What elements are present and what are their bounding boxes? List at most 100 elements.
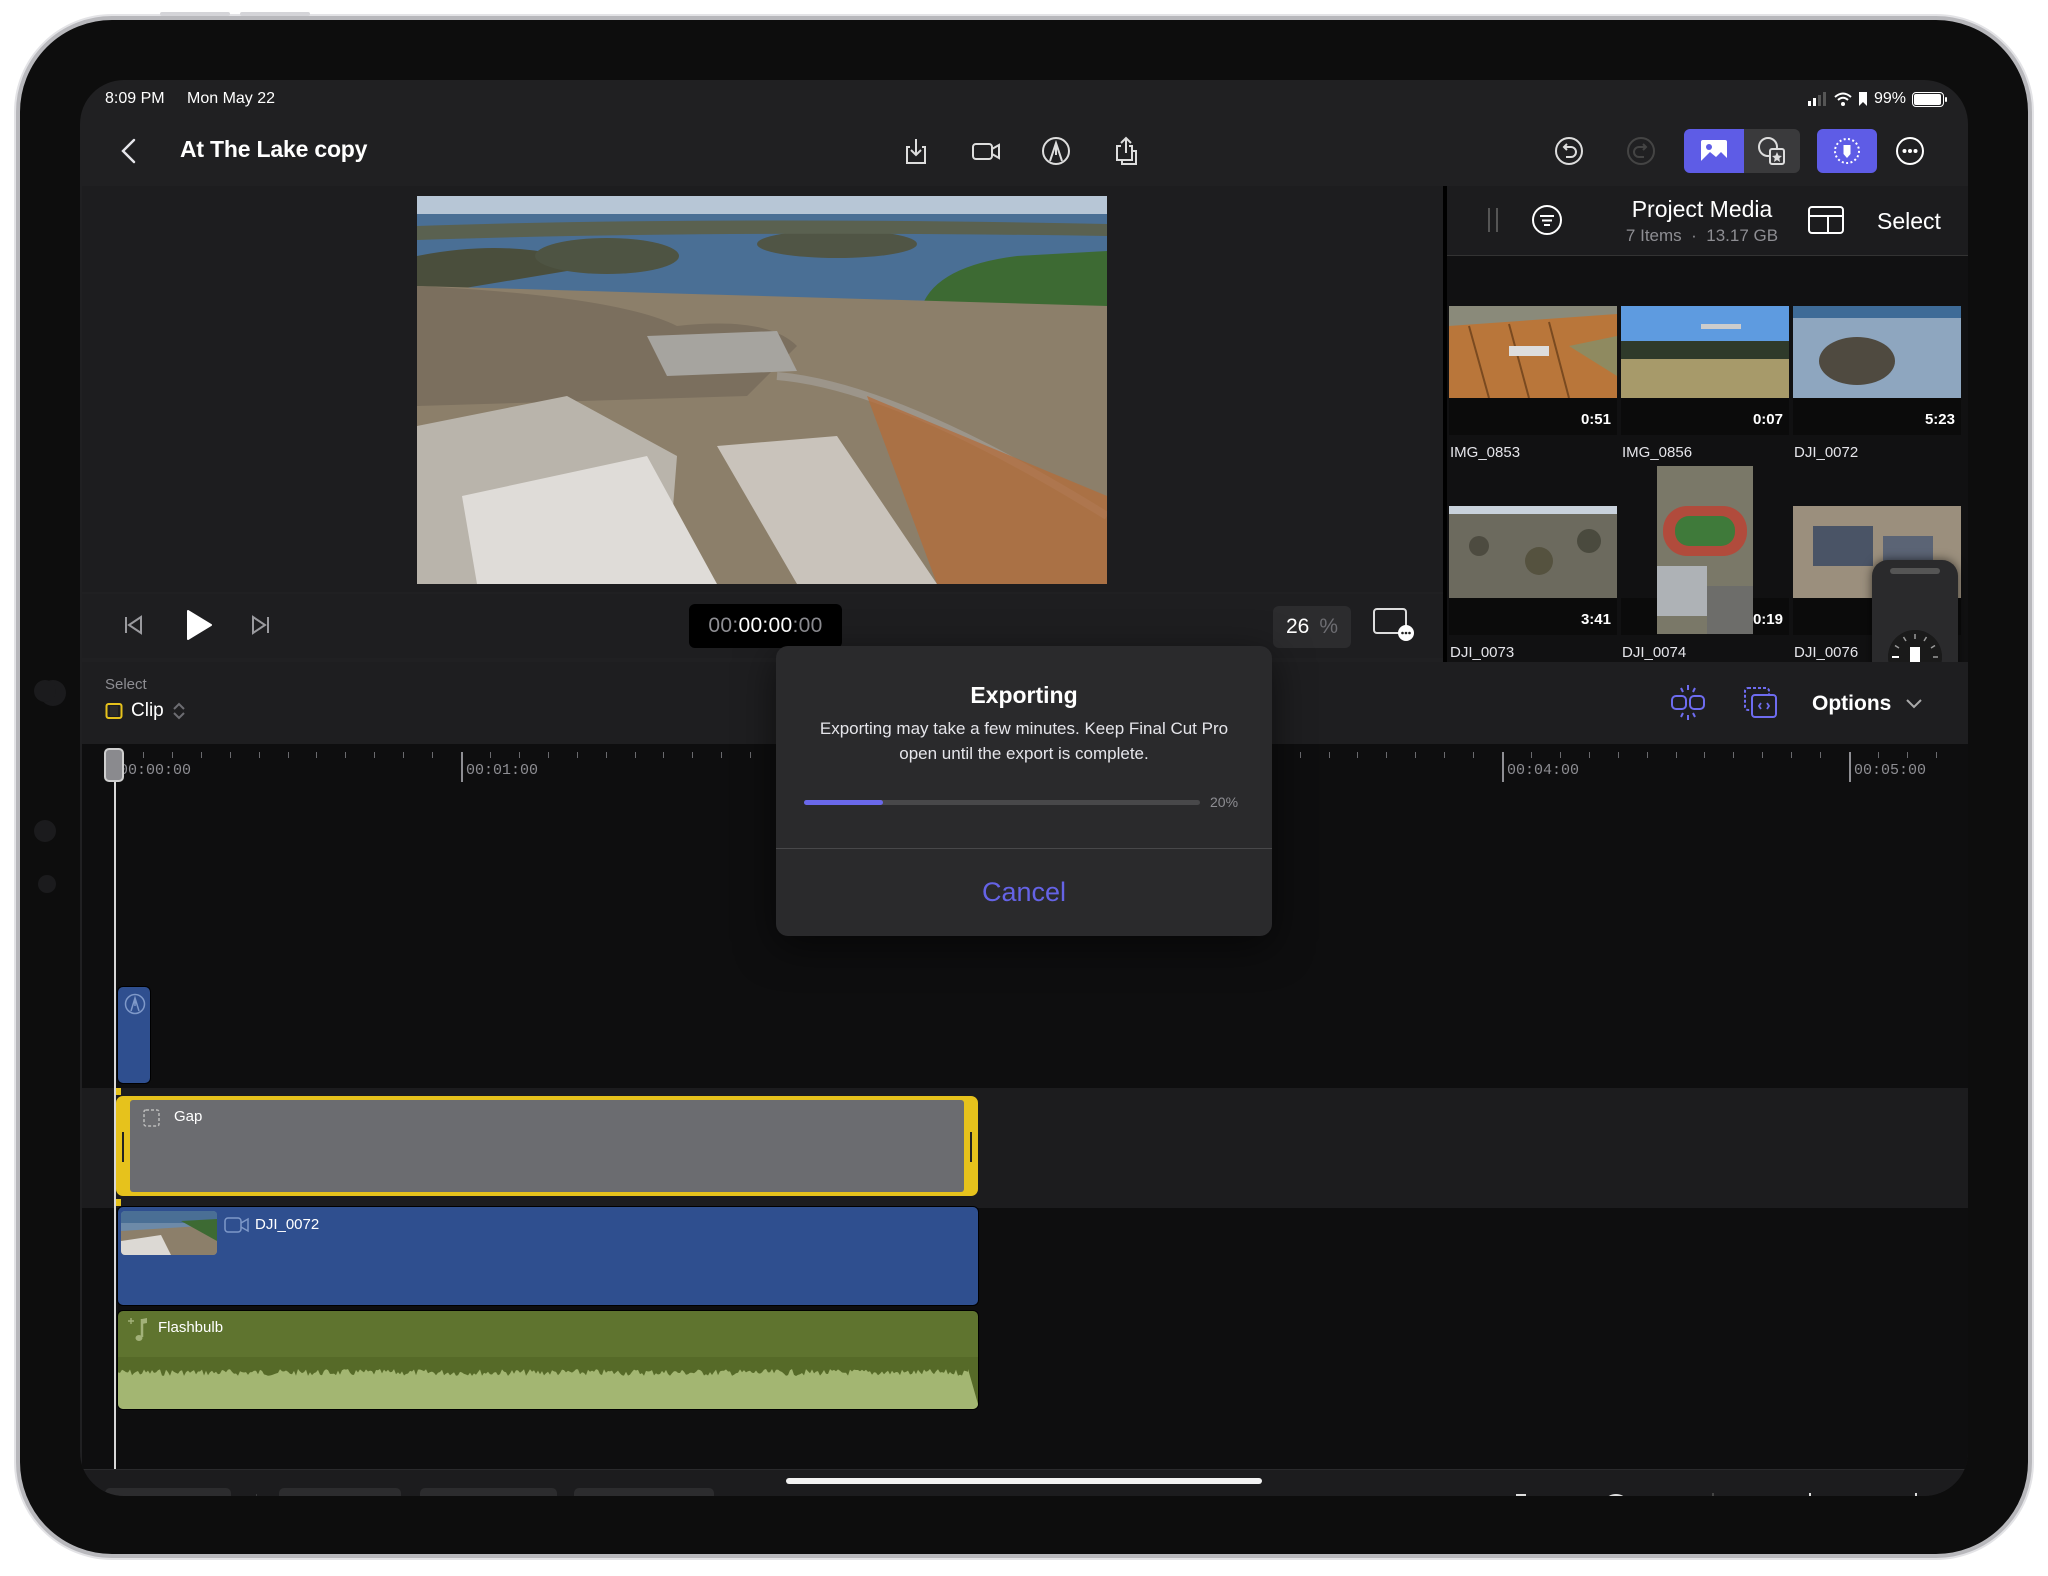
- media-browser-title: Project Media: [1631, 196, 1773, 222]
- filter-icon[interactable]: [1530, 203, 1564, 237]
- snapping-button[interactable]: [1667, 682, 1709, 724]
- video-viewer[interactable]: [82, 186, 1443, 592]
- ruler-minor-tick: [605, 752, 607, 758]
- media-thumbnail: [1621, 306, 1789, 398]
- media-name: DJI_0072: [1794, 444, 1859, 461]
- trim-end-icon[interactable]: [1896, 1492, 1930, 1496]
- timecode-display[interactable]: 00: 00:00:00: [689, 604, 842, 648]
- side-sensor: [38, 875, 56, 893]
- toolbar-divider: [256, 1494, 257, 1496]
- media-duration: 0:51: [1580, 411, 1611, 428]
- ruler-minor-tick: [1906, 752, 1908, 758]
- ruler-minor-tick: [171, 752, 173, 758]
- app-screen: 8:09 PM Mon May 22 99% At The Lake copy …: [80, 80, 1968, 1496]
- skip-back-button[interactable]: [122, 610, 146, 640]
- ruler-minor-tick: [229, 752, 231, 758]
- ruler-minor-tick: [403, 752, 405, 758]
- video-clip-label: DJI_0072: [255, 1216, 320, 1233]
- checkmark-icon[interactable]: [1600, 1492, 1632, 1496]
- selection-mode-picker[interactable]: Clip: [105, 700, 186, 722]
- options-menu-button[interactable]: Options: [1812, 692, 1923, 716]
- battery-icon: [1912, 91, 1947, 107]
- undo-button[interactable]: [1548, 130, 1590, 172]
- undo-icon: [1555, 137, 1583, 165]
- ruler-minor-tick: [1675, 752, 1677, 758]
- split-icon[interactable]: [1696, 1492, 1730, 1496]
- trash-icon[interactable]: [1506, 1492, 1536, 1496]
- import-icon: [906, 139, 926, 164]
- playhead-handle[interactable]: [104, 748, 124, 782]
- panel-grabber[interactable]: [1890, 568, 1940, 574]
- cancel-button[interactable]: Cancel: [776, 848, 1272, 936]
- ruler-minor-tick: [1733, 752, 1735, 758]
- more-button[interactable]: [1889, 130, 1931, 172]
- viewer-zoom-field[interactable]: 26 %: [1273, 606, 1351, 648]
- ruler-minor-tick: [518, 752, 520, 758]
- media-name: DJI_0076: [1794, 644, 1859, 661]
- ruler-minor-tick: [374, 752, 376, 758]
- ruler-minor-tick: [1588, 752, 1590, 758]
- redo-icon: [1627, 137, 1655, 165]
- select-button[interactable]: Select: [1877, 208, 1941, 235]
- camera-icon: [972, 143, 1000, 160]
- import-button[interactable]: [895, 130, 937, 172]
- skip-forward-button[interactable]: [248, 610, 272, 640]
- wifi-icon: [1834, 92, 1852, 106]
- media-name: IMG_0856: [1622, 444, 1693, 461]
- ruler-label: 00:05:00: [1854, 762, 1927, 779]
- effects-browser-button[interactable]: [1744, 129, 1800, 173]
- ruler-minor-tick: [1646, 752, 1648, 758]
- chevron-down-icon: [1906, 699, 1923, 709]
- photos-browser-button[interactable]: [1684, 129, 1744, 173]
- gap-clip[interactable]: Gap: [116, 1096, 978, 1196]
- video-clip[interactable]: DJI_0072: [117, 1206, 979, 1306]
- gap-icon: [143, 1109, 160, 1127]
- more-icon: [1896, 137, 1924, 165]
- jog-wheel-button[interactable]: [1817, 129, 1877, 173]
- media-browser-summary: 7 Items · 13.17 GB: [1625, 226, 1779, 245]
- animate-button[interactable]: Animate: [420, 1488, 558, 1496]
- status-time: 8:09 PM: [105, 90, 165, 107]
- play-button[interactable]: [184, 608, 214, 642]
- home-indicator[interactable]: [786, 1478, 1262, 1484]
- trim-start-icon[interactable]: [1796, 1492, 1830, 1496]
- export-dialog-message: Exporting may take a few minutes. Keep F…: [819, 719, 1229, 763]
- skimming-button[interactable]: [1740, 682, 1782, 724]
- ruler-label: 00:00:00: [119, 762, 192, 779]
- voiceover-button[interactable]: [1035, 130, 1077, 172]
- viewer-options-button[interactable]: [1372, 606, 1416, 642]
- top-toolbar: At The Lake copy: [80, 120, 1968, 182]
- media-name: DJI_0073: [1450, 644, 1515, 661]
- resize-handle[interactable]: [1488, 208, 1498, 232]
- volume-button[interactable]: Volume: [279, 1488, 402, 1496]
- redo-button[interactable]: [1620, 130, 1662, 172]
- export-progress-label: 20%: [1210, 794, 1239, 810]
- audio-clip[interactable]: Flashbulb: [117, 1310, 979, 1410]
- share-button[interactable]: [1105, 130, 1147, 172]
- playhead[interactable]: [114, 772, 116, 1472]
- volume-button: [160, 12, 230, 16]
- ruler-minor-tick: [1877, 752, 1879, 758]
- media-thumbnail: [1449, 306, 1617, 398]
- ruler-minor-tick: [1473, 752, 1475, 758]
- ruler-minor-tick: [142, 752, 144, 758]
- inspect-button[interactable]: Inspect: [105, 1488, 231, 1496]
- project-title: At The Lake copy: [180, 136, 368, 162]
- title-clip[interactable]: [117, 986, 151, 1084]
- back-button[interactable]: [114, 134, 144, 168]
- effects-browser-icon: [1758, 137, 1785, 165]
- music-icon: [128, 1318, 147, 1341]
- camera-button[interactable]: [965, 130, 1007, 172]
- layout-icon[interactable]: [1807, 205, 1845, 235]
- ruler-minor-tick: [692, 752, 694, 758]
- media-name: IMG_0853: [1450, 444, 1521, 461]
- ruler-minor-tick: [1704, 752, 1706, 758]
- ruler-minor-tick: [547, 752, 549, 758]
- ruler-minor-tick: [1444, 752, 1446, 758]
- multicam-button[interactable]: Multicam: [574, 1488, 715, 1496]
- ruler-minor-tick: [489, 752, 491, 758]
- chevron-updown-icon: [173, 702, 185, 720]
- side-sensor: [34, 820, 56, 842]
- media-thumbnail: [1657, 466, 1753, 634]
- ruler-minor-tick: [1935, 752, 1937, 758]
